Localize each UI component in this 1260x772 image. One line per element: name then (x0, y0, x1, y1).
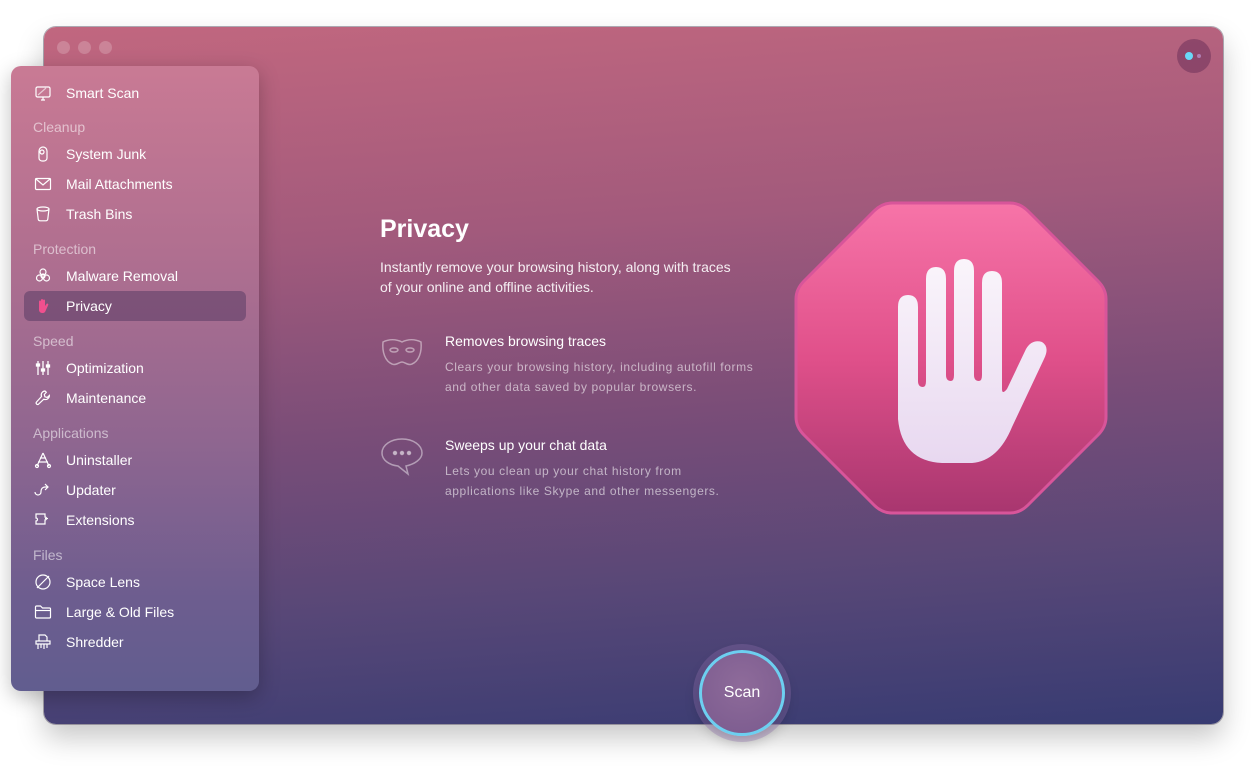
sidebar-item-label: Space Lens (66, 574, 140, 590)
page-description: Instantly remove your browsing history, … (380, 259, 731, 295)
sidebar-item-mail-attachments[interactable]: Mail Attachments (24, 169, 246, 199)
sidebar-item-label: Uninstaller (66, 452, 133, 468)
updater-icon (33, 480, 53, 500)
junk-icon (33, 144, 53, 164)
stop-hand-icon (792, 199, 1110, 517)
sidebar-item-label: Optimization (66, 360, 144, 376)
sidebar-item-trash-bins[interactable]: Trash Bins (24, 199, 246, 229)
sliders-icon (33, 358, 53, 378)
sidebar-item-uninstaller[interactable]: Uninstaller (24, 445, 246, 475)
sidebar-item-label: Smart Scan (66, 85, 140, 101)
trash-icon (33, 204, 53, 224)
traffic-lights (57, 41, 112, 54)
sidebar-item-optimization[interactable]: Optimization (24, 353, 246, 383)
mask-icon (380, 333, 424, 373)
hand-icon (33, 296, 53, 316)
sidebar: Smart Scan Cleanup System Junk Mail Atta… (11, 66, 259, 691)
sidebar-item-malware-removal[interactable]: Malware Removal (24, 261, 246, 291)
sidebar-item-smart-scan[interactable]: Smart Scan (24, 78, 246, 108)
feature-title: Removes browsing traces (445, 333, 607, 349)
assistant-icon (1185, 52, 1193, 60)
assistant-button[interactable] (1177, 39, 1211, 73)
envelope-icon (33, 174, 53, 194)
assistant-icon-dot (1197, 54, 1201, 58)
chat-bubble-icon (380, 437, 424, 477)
puzzle-icon (33, 510, 53, 530)
planet-icon (33, 572, 53, 592)
sidebar-item-large-old-files[interactable]: Large & Old Files (24, 597, 246, 627)
feature-description: Clears your browsing history, including … (445, 360, 754, 394)
feature-description: Lets you clean up your chat history from… (445, 464, 720, 498)
scan-button-label: Scan (723, 684, 761, 701)
sidebar-item-label: Mail Attachments (66, 176, 173, 192)
sidebar-item-label: Extensions (66, 512, 135, 528)
zoom-window-button[interactable] (99, 41, 112, 54)
sidebar-item-label: Malware Removal (66, 268, 179, 284)
scan-button[interactable]: Scan (699, 650, 785, 736)
sidebar-item-shredder[interactable]: Shredder (24, 627, 246, 657)
sidebar-section-cleanup: Cleanup (33, 119, 86, 135)
sidebar-item-maintenance[interactable]: Maintenance (24, 383, 246, 413)
folder-icon (33, 602, 53, 622)
sidebar-item-label: Maintenance (66, 390, 147, 406)
feature-title: Sweeps up your chat data (445, 437, 607, 453)
sidebar-item-space-lens[interactable]: Space Lens (24, 567, 246, 597)
sidebar-section-applications: Applications (33, 425, 109, 441)
monitor-icon (33, 83, 53, 103)
biohazard-icon (33, 266, 53, 286)
sidebar-item-system-junk[interactable]: System Junk (24, 139, 246, 169)
sidebar-item-label: Updater (66, 482, 116, 498)
sidebar-item-extensions[interactable]: Extensions (24, 505, 246, 535)
uninstaller-icon (33, 450, 53, 470)
page-title: Privacy (380, 215, 469, 243)
sidebar-item-updater[interactable]: Updater (24, 475, 246, 505)
sidebar-section-files: Files (33, 547, 63, 563)
sidebar-item-label: Trash Bins (66, 206, 133, 222)
sidebar-item-label: Privacy (66, 298, 112, 314)
sidebar-item-privacy[interactable]: Privacy (24, 291, 246, 321)
sidebar-item-label: Shredder (66, 634, 124, 650)
sidebar-item-label: System Junk (66, 146, 147, 162)
sidebar-item-label: Large & Old Files (66, 604, 175, 620)
sidebar-section-speed: Speed (33, 333, 74, 349)
shredder-icon (33, 632, 53, 652)
minimize-window-button[interactable] (78, 41, 91, 54)
close-window-button[interactable] (57, 41, 70, 54)
sidebar-section-protection: Protection (33, 241, 97, 257)
wrench-icon (33, 388, 53, 408)
